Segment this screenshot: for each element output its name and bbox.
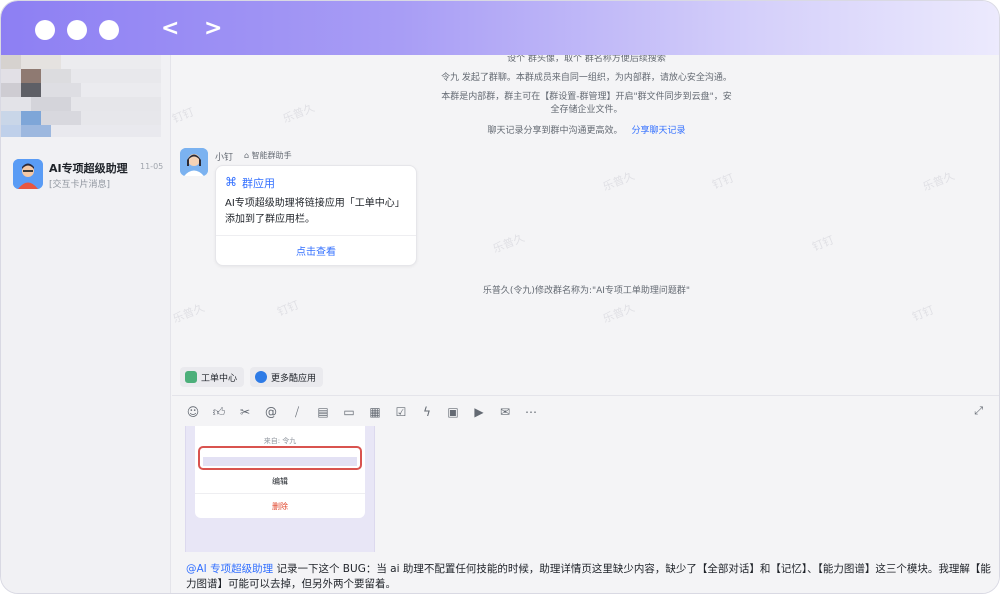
system-message-share: 聊天记录分享到群中沟通更高效。 分享聊天记录 <box>172 123 999 136</box>
watermark: 乐普久 <box>600 301 637 326</box>
scissors-icon[interactable]: ✂ <box>237 404 253 420</box>
attached-screenshot[interactable]: 来自: 令九 编辑 删除 <box>185 426 375 552</box>
system-message-partial: 设个 群头像，取个 群名称方便后续搜索 <box>507 55 666 64</box>
screenshot-menu: 来自: 令九 编辑 删除 <box>195 426 365 518</box>
screenshot-divider <box>195 493 365 494</box>
slash-icon[interactable]: ⧸ <box>289 404 305 420</box>
window-minimize-dot[interactable] <box>67 20 87 40</box>
app-chip-ticket-center[interactable]: 工单中心 <box>180 367 245 387</box>
title-bar: < > <box>1 1 999 55</box>
cube-icon <box>185 371 197 383</box>
watermark: 钉钉 <box>810 233 836 254</box>
more-icon[interactable]: ⋯ <box>523 404 539 420</box>
conversation-item-ai-assistant[interactable]: AI专项超级助理 11-05 [交互卡片消息] <box>1 155 171 197</box>
window-close-dot[interactable] <box>35 20 55 40</box>
ai-assistant-avatar <box>13 159 43 189</box>
card-title: 群应用 <box>242 177 275 190</box>
group-app-card: ⌘ 群应用 AI专项超级助理将链接应用「工单中心」添加到了群应用栏。 点击查看 <box>215 165 417 266</box>
at-icon[interactable]: @ <box>263 404 279 420</box>
bot-avatar <box>180 148 208 176</box>
video-icon[interactable]: ▶ <box>471 404 487 420</box>
mail-icon[interactable]: ✉ <box>497 404 513 420</box>
watermark: 乐普久 <box>920 169 957 194</box>
live-icon[interactable]: ▣ <box>445 404 461 420</box>
watermark: 乐普久 <box>172 301 207 326</box>
window-maximize-dot[interactable] <box>99 20 119 40</box>
app-chip-label: 工单中心 <box>201 373 238 384</box>
system-message-internal-2: 全存储企业文件。 <box>550 105 623 115</box>
app-window: < > AI专项超级助理 11-05 [交互卡片消息] 钉钉 乐普久 乐普久 钉… <box>0 0 1000 594</box>
blurred-conversation-list <box>1 55 161 137</box>
thumbs-up-icon[interactable]: 👍︎ <box>211 404 227 420</box>
expand-icon[interactable]: ⤢ <box>974 404 983 418</box>
message-input[interactable]: @AI 专项超级助理 记录一下这个 BUG：当 ai 助理不配置任何技能的时候，… <box>186 562 991 592</box>
bot-badge-label: 智能群助手 <box>251 151 292 160</box>
card-divider <box>216 235 416 236</box>
card-body: AI专项超级助理将链接应用「工单中心」添加到了群应用栏。 <box>225 198 405 225</box>
chat-panel: 钉钉 乐普久 乐普久 钉钉 乐普久 乐普久 钉钉 乐普久 钉钉 乐普久 钉钉 设… <box>172 55 999 593</box>
watermark: 乐普久 <box>600 169 637 194</box>
command-icon: ⌘ <box>225 175 237 189</box>
folder-icon[interactable]: ▭ <box>341 404 357 420</box>
conversation-title: AI专项超级助理 <box>49 162 128 175</box>
doc-icon[interactable]: ▤ <box>315 404 331 420</box>
conversation-sidebar: AI专项超级助理 11-05 [交互卡片消息] <box>1 55 171 593</box>
system-message-rename: 乐普久(令九)修改群名称为:"AI专项工单助理问题群" <box>482 286 691 296</box>
screenshot-edit-item: 编辑 <box>272 477 288 486</box>
share-chat-link[interactable]: 分享聊天记录 <box>631 126 685 136</box>
watermark: 乐普久 <box>490 231 527 256</box>
back-arrow-icon[interactable]: < <box>161 17 179 41</box>
system-message-internal-1: 本群是内部群，群主可在【群设置-群管理】开启"群文件同步到云盘"，安 <box>441 92 732 102</box>
card-view-button[interactable]: 点击查看 <box>216 243 416 258</box>
share-text: 聊天记录分享到群中沟通更高效。 <box>487 126 623 136</box>
app-chip-label: 更多酷应用 <box>271 373 317 384</box>
forward-arrow-icon[interactable]: > <box>204 17 222 41</box>
apps-icon <box>255 371 267 383</box>
watermark: 钉钉 <box>710 171 736 192</box>
checkbox-icon[interactable]: ☑ <box>393 404 409 420</box>
mention-tag[interactable]: @AI 专项超级助理 <box>186 563 273 575</box>
bot-name: 小钉 <box>215 153 234 163</box>
bot-badge: ⌂ 智能群助手 <box>244 150 292 161</box>
emoji-icon[interactable]: ☺ <box>185 404 201 420</box>
message-composer: ☺ 👍︎ ✂ @ ⧸ ▤ ▭ ▦ ☑ ϟ ▣ ▶ ✉ ⋯ ⤢ 来自: 令九 编辑 <box>172 395 999 593</box>
assistant-icon: ⌂ <box>244 151 250 160</box>
watermark: 钉钉 <box>275 298 301 319</box>
screenshot-from: 来自: 令九 <box>263 437 297 445</box>
highlight-box <box>198 446 362 470</box>
lightning-icon[interactable]: ϟ <box>419 404 435 420</box>
watermark: 钉钉 <box>910 303 936 324</box>
conversation-preview: [交互卡片消息] <box>49 180 111 190</box>
system-message-created: 令九 发起了群聊。本群成员来自同一组织，为内部群，请放心安全沟通。 <box>441 73 732 83</box>
conversation-time: 11-05 <box>140 162 164 171</box>
message-text: 记录一下这个 BUG：当 ai 助理不配置任何技能的时候，助理详情页这里缺少内容… <box>186 563 991 590</box>
calendar-icon[interactable]: ▦ <box>367 404 383 420</box>
screenshot-delete-item: 删除 <box>272 502 288 511</box>
app-chip-more-apps[interactable]: 更多酷应用 <box>250 367 324 387</box>
